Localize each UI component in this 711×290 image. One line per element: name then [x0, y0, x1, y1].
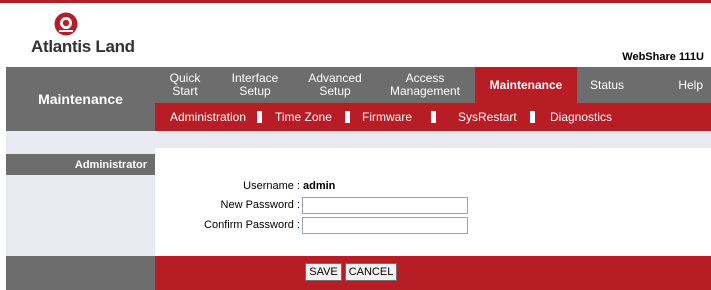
footer-action-bar: [155, 256, 711, 290]
panel-title: Administrator: [6, 154, 155, 175]
username-value: admin: [303, 180, 336, 192]
subtab-separator: [257, 111, 262, 123]
sub-tab-bar: Administration Time Zone Firmware SysRes…: [155, 103, 711, 131]
username-label: Username :: [243, 180, 300, 192]
footer-left: [6, 256, 155, 290]
cancel-button[interactable]: CANCEL: [345, 263, 397, 281]
subtab-separator: [345, 111, 350, 123]
tab-maintenance[interactable]: Maintenance: [475, 67, 577, 103]
tab-interface-setup[interactable]: Interface Setup: [215, 67, 295, 103]
subtab-administration[interactable]: Administration: [170, 103, 246, 131]
atlantis-logo-icon: [54, 12, 78, 36]
subtab-firmware[interactable]: Firmware: [362, 103, 412, 131]
subtab-time-zone[interactable]: Time Zone: [275, 103, 332, 131]
header: Atlantis Land WebShare 111U: [0, 3, 711, 66]
content-top-strip: [6, 131, 711, 148]
save-button[interactable]: SAVE: [305, 263, 342, 281]
logo-text: Atlantis Land: [31, 37, 135, 56]
subtab-diagnostics[interactable]: Diagnostics: [550, 103, 612, 131]
subtab-separator: [530, 111, 535, 123]
new-password-field[interactable]: [302, 197, 468, 214]
subtab-sysrestart[interactable]: SysRestart: [458, 103, 517, 131]
confirm-password-field[interactable]: [302, 217, 468, 234]
new-password-label: New Password :: [220, 199, 300, 211]
confirm-password-label: Confirm Password :: [204, 219, 300, 231]
subtab-separator: [431, 111, 436, 123]
tab-advanced-setup[interactable]: Advanced Setup: [295, 67, 375, 103]
tab-status[interactable]: Status: [577, 67, 637, 103]
model-name: WebShare 111U: [622, 51, 704, 63]
top-tab-bar: Quick Start Interface Setup Advanced Set…: [155, 67, 711, 103]
tab-help[interactable]: Help: [637, 67, 711, 103]
tab-quick-start[interactable]: Quick Start: [155, 67, 215, 103]
main-navigation: Maintenance Quick Start Interface Setup …: [0, 67, 711, 131]
current-section-title: Maintenance: [6, 67, 155, 131]
tab-access-management[interactable]: Access Management: [375, 67, 475, 103]
